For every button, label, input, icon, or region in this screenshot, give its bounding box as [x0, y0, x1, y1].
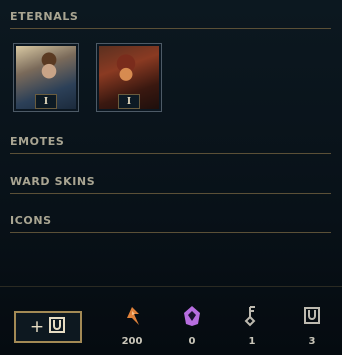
key-fragment-icon — [232, 305, 272, 327]
eternal-card-garen[interactable]: I — [13, 43, 79, 112]
section-divider — [10, 153, 331, 154]
currency-count: 200 — [121, 336, 143, 347]
section-title-icons: ICONS — [10, 214, 52, 227]
add-chest-button[interactable]: + — [14, 311, 82, 343]
mythic-essence-icon — [172, 305, 212, 327]
footer-divider — [0, 286, 342, 287]
section-title-ward-skins: WARD SKINS — [10, 175, 96, 188]
section-divider — [10, 232, 331, 233]
eternal-series-badge: I — [118, 94, 140, 109]
section-title-emotes: EMOTES — [10, 135, 65, 148]
chest-icon — [292, 305, 332, 327]
currency-mythic-essence[interactable]: 0 — [172, 305, 212, 347]
currency-count: 0 — [188, 336, 196, 347]
orange-essence-icon — [112, 305, 152, 327]
eternal-series-badge: I — [35, 94, 57, 109]
currency-key-fragment[interactable]: 1 — [232, 305, 272, 347]
plus-icon: + — [29, 317, 45, 337]
chest-icon — [48, 316, 66, 339]
section-divider — [10, 28, 331, 29]
section-divider — [10, 193, 331, 194]
inventory-panel: ETERNALS I I EMOTES WARD SKINS ICONS + 2… — [0, 0, 342, 355]
currency-count: 1 — [248, 336, 256, 347]
eternal-card-wukong[interactable]: I — [96, 43, 162, 112]
section-title-eternals: ETERNALS — [10, 10, 79, 23]
currency-orange-essence[interactable]: 200 — [112, 305, 152, 347]
currency-chest[interactable]: 3 — [292, 305, 332, 347]
currency-count: 3 — [308, 336, 316, 347]
